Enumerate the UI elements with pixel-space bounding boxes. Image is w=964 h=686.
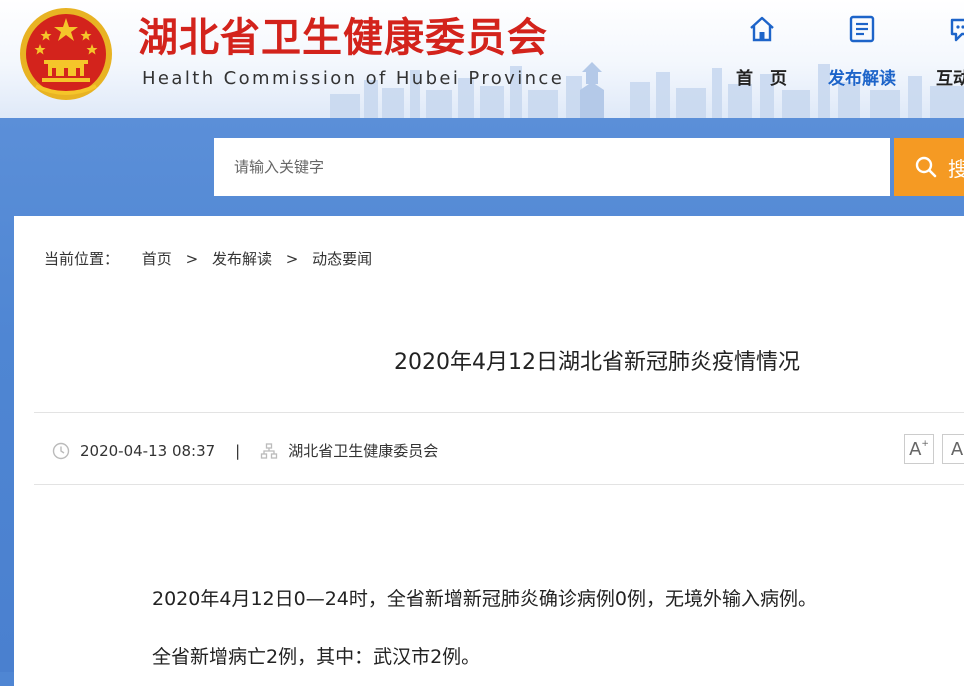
document-list-icon	[849, 15, 875, 43]
article-meta: 2020-04-13 08:37 | 湖北省卫生健康委员会	[52, 440, 438, 461]
organization-icon	[261, 442, 278, 459]
divider-top	[34, 412, 964, 413]
site-header: 湖北省卫生健康委员会 Health Commission of Hubei Pr…	[0, 0, 964, 118]
nav-item-interaction[interactable]: 互动	[928, 14, 964, 89]
article-date: 2020-04-13 08:37	[80, 441, 216, 460]
font-decrease-button[interactable]: A	[942, 434, 964, 464]
font-increase-button[interactable]: A +	[904, 434, 934, 464]
nav-item-home[interactable]: 首 页	[736, 14, 787, 89]
article-title: 2020年4月12日湖北省新冠肺炎疫情情况	[394, 350, 800, 375]
nav-label-home: 首 页	[736, 69, 787, 89]
breadcrumb-prefix: 当前位置：	[44, 250, 120, 268]
breadcrumb-releases[interactable]: 发布解读	[212, 250, 272, 268]
breadcrumb-separator: >	[285, 250, 299, 268]
breadcrumb-home[interactable]: 首页	[142, 250, 172, 268]
search-button-label: 搜	[948, 156, 964, 181]
chat-icon	[950, 18, 964, 42]
font-decrease-label: A	[950, 438, 964, 460]
site-title: 湖北省卫生健康委员会	[138, 15, 548, 61]
search-button[interactable]: 搜	[894, 138, 964, 196]
clock-icon	[52, 442, 70, 459]
nav-item-releases[interactable]: 发布解读	[828, 14, 896, 89]
font-increase-label: A	[909, 438, 922, 460]
article-paragraph: 全省新增病亡2例，其中：武汉市2例。	[152, 646, 481, 668]
article-paragraph: 2020年4月12日0—24时，全省新增新冠肺炎确诊病例0例，无境外输入病例。	[152, 588, 817, 610]
article-source: 湖北省卫生健康委员会	[288, 442, 439, 460]
article-card: 当前位置： 首页 > 发布解读 > 动态要闻 2020年4月12日湖北省新冠肺炎…	[14, 216, 964, 686]
breadcrumb: 当前位置： 首页 > 发布解读 > 动态要闻	[44, 248, 381, 269]
nav-label-interaction: 互动	[936, 69, 964, 89]
meta-separator: |	[235, 441, 241, 460]
search-icon	[915, 156, 937, 178]
breadcrumb-current[interactable]: 动态要闻	[312, 250, 372, 268]
site-subtitle: Health Commission of Hubei Province	[142, 68, 565, 89]
plus-icon: +	[921, 439, 929, 449]
national-emblem-logo	[20, 8, 112, 100]
nav-label-releases: 发布解读	[828, 69, 896, 89]
breadcrumb-separator: >	[185, 250, 199, 268]
divider-bottom	[34, 484, 964, 485]
home-icon	[749, 16, 774, 42]
search-input[interactable]	[214, 138, 890, 196]
